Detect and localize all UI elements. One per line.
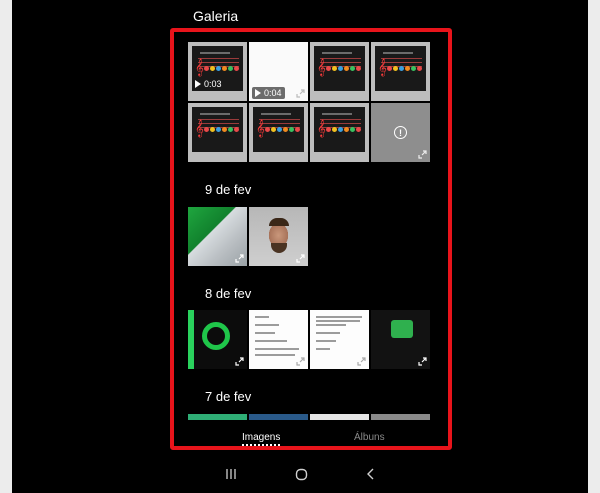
home-button[interactable] (289, 465, 313, 483)
recents-icon (226, 469, 236, 479)
thumbnail-row (188, 207, 308, 266)
date-header: 8 de fev (205, 286, 252, 301)
thumbnail-image[interactable] (310, 310, 369, 369)
thumbnail-image[interactable]: 𝄞 (188, 103, 247, 162)
play-icon (255, 89, 261, 97)
date-header: 9 de fev (205, 182, 252, 197)
expand-icon (418, 357, 427, 366)
music-clef-icon: 𝄞 (317, 59, 326, 76)
system-nav-bar (12, 461, 588, 493)
alert-icon: ! (394, 126, 407, 139)
thumbnail-row (188, 414, 430, 420)
thumbnail-image[interactable] (188, 414, 247, 420)
date-header: 7 de fev (205, 389, 252, 404)
video-duration-badge: 0:03 (195, 79, 222, 89)
thumbnail-image[interactable] (249, 310, 308, 369)
back-icon (367, 468, 374, 480)
music-clef-icon: 𝄞 (195, 120, 204, 137)
highlight-frame: 𝄞 0:03 0:04 𝄞 𝄞 𝄞 𝄞 𝄞 ! 9 de fev 8 de fe… (170, 28, 452, 450)
expand-icon (296, 89, 305, 98)
tab-images[interactable]: Imagens (242, 432, 281, 446)
home-icon (295, 468, 307, 480)
tab-albums[interactable]: Álbuns (354, 432, 385, 443)
expand-icon (235, 357, 244, 366)
thumbnail-row (188, 310, 430, 369)
tab-bar: Imagens Álbuns (174, 432, 448, 446)
music-clef-icon: 𝄞 (317, 120, 326, 137)
expand-icon (296, 254, 305, 263)
recents-button[interactable] (219, 465, 243, 483)
back-button[interactable] (359, 465, 383, 483)
phone-screen: Galeria 𝄞 0:03 0:04 𝄞 𝄞 𝄞 𝄞 𝄞 ! 9 de fev… (12, 0, 588, 493)
thumbnail-image[interactable] (371, 310, 430, 369)
play-icon (195, 80, 201, 88)
music-clef-icon: 𝄞 (195, 59, 204, 76)
thumbnail-image[interactable]: 𝄞 (310, 103, 369, 162)
thumbnail-image[interactable] (371, 414, 430, 420)
expand-icon (296, 357, 305, 366)
thumbnail-row: 𝄞 0:03 0:04 𝄞 𝄞 (188, 42, 430, 101)
thumbnail-row: 𝄞 𝄞 𝄞 ! (188, 103, 430, 162)
slide-title-line (200, 52, 230, 54)
thumbnail-image[interactable] (188, 310, 247, 369)
thumbnail-video[interactable]: 𝄞 0:03 (188, 42, 247, 101)
video-duration-badge: 0:04 (252, 87, 285, 99)
thumbnail-error[interactable]: ! (371, 103, 430, 162)
expand-icon (357, 357, 366, 366)
thumbnail-image[interactable] (249, 207, 308, 266)
thumbnail-video[interactable]: 0:04 (249, 42, 308, 101)
app-title: Galeria (193, 8, 239, 24)
thumbnail-image[interactable]: 𝄞 (371, 42, 430, 101)
music-clef-icon: 𝄞 (256, 120, 265, 137)
thumbnail-image[interactable] (310, 414, 369, 420)
thumbnail-image[interactable] (188, 207, 247, 266)
music-clef-icon: 𝄞 (378, 59, 387, 76)
expand-icon (235, 254, 244, 263)
color-dots (204, 66, 239, 71)
thumbnail-image[interactable]: 𝄞 (310, 42, 369, 101)
thumbnail-image[interactable] (249, 414, 308, 420)
expand-icon (418, 150, 427, 159)
thumbnail-image[interactable]: 𝄞 (249, 103, 308, 162)
